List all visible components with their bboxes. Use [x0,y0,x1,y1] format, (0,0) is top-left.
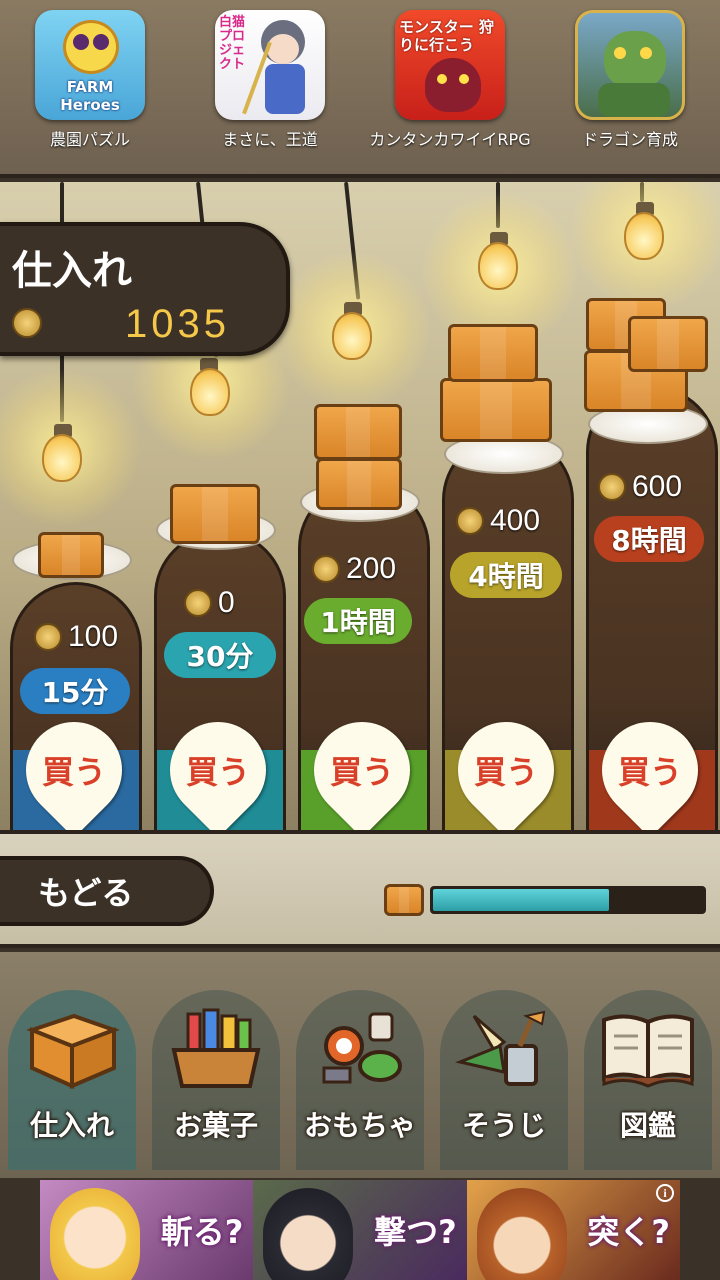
coin-icon [312,555,340,583]
banner-text: 突く? [587,1213,670,1251]
banner-text: 撃つ? [374,1213,457,1251]
buy-button[interactable]: 買う [438,702,574,830]
cardboard-box-icon [26,1013,120,1090]
snack-basket-icon [171,1008,261,1088]
nav-snacks[interactable]: お菓子 [144,970,288,1170]
monster-hunt-icon[interactable]: モンスター 狩りに行こう [395,10,505,120]
farm-heroes-icon[interactable]: FARM Heroes [35,10,145,120]
coin-balance: 1035 [125,302,230,346]
app-label: カンタンカワイイRPG [369,130,531,149]
cardboard-box-icon [38,532,104,578]
buy-button[interactable]: 買う [582,702,718,830]
app-ad-monster[interactable]: モンスター 狩りに行こう カンタンカワイイRPG [369,10,531,150]
price: 400 [456,504,540,538]
bottom-nav: 仕入れ お菓子 おもちゃ そうじ 図鑑 [0,952,720,1178]
toys-icon [322,1012,402,1084]
app-label: 農園パズル [49,130,130,149]
buy-label: 買う [617,753,682,791]
cardboard-box-icon [384,884,424,916]
progress-fill [433,889,609,911]
coin-icon [456,507,484,535]
cardboard-box-icon [448,324,538,382]
lightbulb-icon [190,368,230,416]
lightbulb-icon [624,212,664,260]
buy-label: 買う [185,753,250,791]
cardboard-box-icon [316,458,402,510]
action-bar: もどる [0,830,720,948]
buy-label: 買う [41,753,106,791]
cardboard-box-icon [170,484,260,544]
time-badge: 8時間 [594,516,704,562]
dragon-icon[interactable] [575,10,685,120]
price: 100 [34,620,118,654]
app-label: まさに、王道 [222,130,318,149]
banner-ad[interactable]: 斬る? 撃つ? 突く? i [40,1180,680,1280]
nav-stock[interactable]: 仕入れ [0,970,144,1170]
stock-panel: 仕入れ 1035 [0,222,290,356]
price-value: 0 [218,586,235,619]
coin-icon [598,473,626,501]
character-portrait [263,1188,354,1280]
banner-panel[interactable]: 斬る? [40,1180,254,1280]
nav-label: おもちゃ [303,1109,416,1142]
app-ad-dragon[interactable]: ドラゴン育成 [555,10,705,150]
banner-text: 斬る? [160,1213,244,1251]
nav-label: 仕入れ [29,1109,114,1142]
stock-title: 仕入れ [12,248,132,294]
stock-progress-bar [430,886,706,914]
time-badge: 4時間 [450,552,562,598]
cardboard-box-icon [628,316,708,372]
buy-button[interactable]: 買う [6,702,142,830]
time-badge: 1時間 [304,598,412,644]
app-ad-white-cat[interactable]: 白猫 プロジェクト まさに、王道 [195,10,345,150]
nav-cleaning[interactable]: そうじ [432,970,576,1170]
price: 600 [598,470,682,504]
character-portrait [476,1188,567,1280]
cardboard-box-icon [314,404,402,460]
coin-icon [34,623,62,651]
time-badge: 15分 [20,668,130,714]
price: 200 [312,552,396,586]
cleaning-tools-icon [454,1010,546,1086]
lightbulb-icon [478,242,518,290]
white-cat-logo-text: 白猫 プロジェクト [219,15,246,72]
app-ad-farm-heroes[interactable]: FARM Heroes 農園パズル [15,10,165,150]
lightbulb-icon [42,434,82,482]
top-app-ads: FARM Heroes 農園パズル 白猫 プロジェクト まさに、王道 モンスター… [0,0,720,178]
buy-label: 買う [473,753,538,791]
character-portrait [50,1188,140,1280]
nav-label: お菓子 [173,1109,258,1142]
price-value: 600 [632,470,683,503]
monster-logo-text: モンスター 狩りに行こう [399,18,494,54]
price-value: 200 [346,552,397,585]
cardboard-box-icon [440,378,552,442]
nav-label: そうじ [461,1109,546,1142]
buy-button[interactable]: 買う [150,702,286,830]
buy-button[interactable]: 買う [294,702,430,830]
lightbulb-icon [332,312,372,360]
price-value: 400 [490,504,541,537]
banner-panel[interactable]: 突く? i [466,1180,680,1280]
nav-label: 図鑑 [619,1109,676,1142]
banner-panel[interactable]: 撃つ? [253,1180,467,1280]
nav-toys[interactable]: おもちゃ [288,970,432,1170]
white-cat-project-icon[interactable]: 白猫 プロジェクト [215,10,325,120]
nav-encyclopedia[interactable]: 図鑑 [576,970,720,1170]
info-icon[interactable]: i [655,1184,674,1202]
farm-heroes-logo-text: FARM Heroes [60,78,120,114]
time-badge: 30分 [164,632,276,678]
price: 0 [184,586,235,620]
open-book-icon [602,1014,694,1088]
coin-icon [12,308,42,338]
buy-label: 買う [329,753,394,791]
shop-area: 100 15分 買う 0 30分 買う 200 1時間 買う 400 4時間 買… [0,182,720,830]
app-label: ドラゴン育成 [581,130,678,149]
back-button[interactable]: もどる [0,856,214,926]
price-value: 100 [68,620,119,653]
coin-icon [184,589,212,617]
